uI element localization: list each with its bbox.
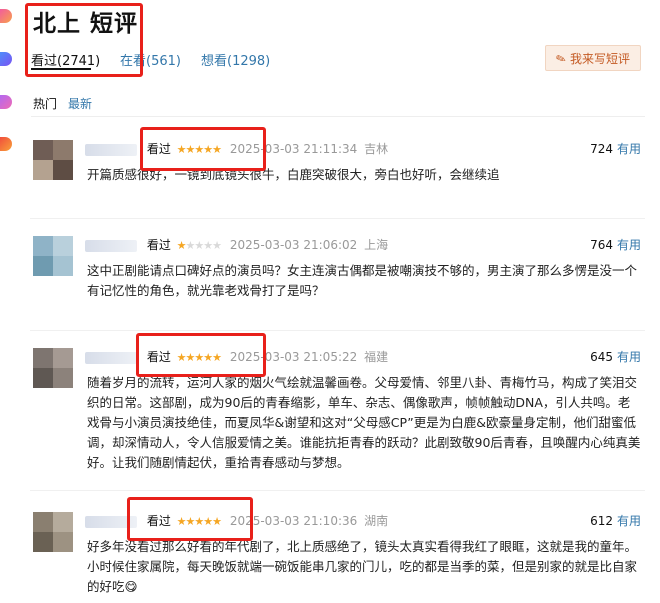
rating-stars: ★★★★★	[176, 239, 222, 252]
divider	[30, 490, 645, 491]
app-icon-4[interactable]	[0, 137, 12, 151]
rating-stars: ★★★★★	[176, 143, 222, 156]
username-blurred[interactable]	[85, 239, 137, 252]
active-tab-underline	[31, 68, 91, 70]
tab-want[interactable]: 想看(1298)	[201, 50, 270, 69]
comment-item: 看过 ★★★★★ 2025-03-03 21:10:36 湖南 612 有用 好多…	[30, 512, 645, 603]
comment-time: 2025-03-03 21:10:36	[229, 514, 358, 528]
comment-meta: 看过 ★★★★★ 2025-03-03 21:05:22 福建	[85, 348, 388, 364]
pencil-icon: ✎	[553, 50, 569, 68]
status-label: 看过	[146, 350, 171, 364]
status-label: 看过	[146, 238, 171, 252]
rating-stars: ★★★★★	[176, 515, 222, 528]
comment-text: 开篇质感很好，一镜到底镜头很牛，白鹿突破很大，旁白也好听，会继续追	[87, 167, 500, 182]
vote-count: 612	[590, 514, 613, 528]
avatar[interactable]	[33, 348, 73, 388]
status-label: 看过	[146, 142, 171, 156]
avatar[interactable]	[33, 512, 73, 552]
avatar[interactable]	[33, 236, 73, 276]
useful-button[interactable]: 有用	[617, 514, 641, 528]
comment-location: 福建	[364, 350, 389, 364]
left-app-strip	[0, 0, 14, 603]
username-blurred[interactable]	[85, 515, 137, 528]
comment-location: 湖南	[364, 514, 389, 528]
comment-location: 上海	[364, 238, 389, 252]
divider	[31, 116, 645, 117]
useful-button[interactable]: 有用	[617, 350, 641, 364]
status-label: 看过	[146, 514, 171, 528]
vote-count: 764	[590, 238, 613, 252]
write-review-button[interactable]: ✎ 我来写短评	[545, 45, 641, 71]
tab-watching[interactable]: 在看(561)	[120, 50, 181, 69]
vote-count-area: 612 有用	[590, 512, 641, 529]
app-icon-1[interactable]	[0, 9, 12, 23]
tab-watched[interactable]: 看过(2741)	[31, 50, 100, 69]
vote-count: 645	[590, 350, 613, 364]
rating-stars: ★★★★★	[176, 351, 222, 364]
vote-count-area: 764 有用	[590, 236, 641, 253]
comment-text: 这中正剧能请点口碑好点的演员吗？女主连演古偶都是被嘲演技不够的，男主演了那么多愣…	[87, 263, 638, 298]
vote-count-area: 645 有用	[590, 348, 641, 365]
comment-text: 好多年没看过那么好看的年代剧了，北上质感绝了，镜头太真实看得我红了眼眶，这就是我…	[87, 539, 638, 594]
username-blurred[interactable]	[85, 143, 137, 156]
sort-new[interactable]: 最新	[68, 95, 92, 112]
vote-count: 724	[590, 142, 613, 156]
useful-button[interactable]: 有用	[617, 238, 641, 252]
comment-time: 2025-03-03 21:11:34	[229, 142, 358, 156]
comment-meta: 看过 ★★★★★ 2025-03-03 21:10:36 湖南	[85, 512, 388, 528]
comment-text: 随着岁月的流转，运河人家的烟火气绘就温馨画卷。父母爱情、邻里八卦、青梅竹马，构成…	[87, 375, 641, 470]
comment-item: 看过 ★★★★★ 2025-03-03 21:06:02 上海 764 有用 这中…	[30, 236, 645, 326]
app-icon-2[interactable]	[0, 52, 12, 66]
comment-location: 吉林	[364, 142, 389, 156]
divider	[30, 218, 645, 219]
app-icon-3[interactable]	[0, 95, 12, 109]
page-title: 北上 短评	[33, 11, 139, 37]
comment-meta: 看过 ★★★★★ 2025-03-03 21:11:34 吉林	[85, 140, 388, 156]
sort-hot[interactable]: 热门	[33, 95, 57, 112]
username-blurred[interactable]	[85, 351, 137, 364]
divider	[30, 330, 645, 331]
comment-item: 看过 ★★★★★ 2025-03-03 21:11:34 吉林 724 有用 开篇…	[30, 140, 645, 210]
comment-time: 2025-03-03 21:06:02	[229, 238, 358, 252]
comment-meta: 看过 ★★★★★ 2025-03-03 21:06:02 上海	[85, 236, 388, 252]
vote-count-area: 724 有用	[590, 140, 641, 157]
comment-time: 2025-03-03 21:05:22	[229, 350, 358, 364]
comment-item: 看过 ★★★★★ 2025-03-03 21:05:22 福建 645 有用 随着…	[30, 348, 645, 478]
avatar[interactable]	[33, 140, 73, 180]
useful-button[interactable]: 有用	[617, 142, 641, 156]
